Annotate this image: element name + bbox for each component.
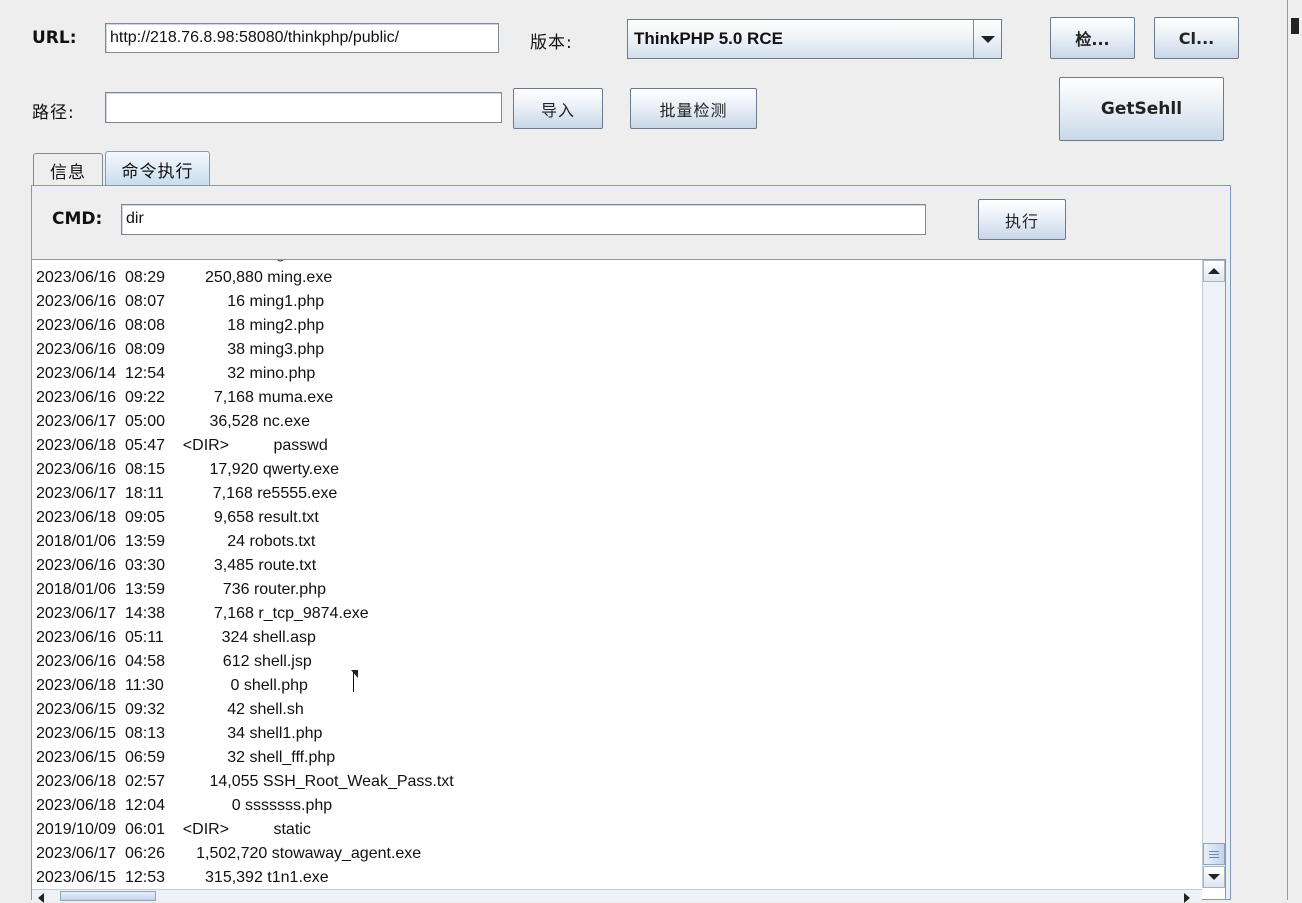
output-line: 2023/06/17 06:26 1,502,720 stowaway_agen…: [36, 845, 422, 862]
scroll-up-button[interactable]: [1203, 260, 1225, 282]
output-line: 2023/06/16 03:30 3,485 route.txt: [36, 557, 317, 574]
output-line: 2023/06/18 12:04 0 sssssss.php: [36, 797, 333, 814]
version-selected-value: ThinkPHP 5.0 RCE: [634, 29, 783, 48]
output-line: 2023/06/16 08:15 17,920 qwerty.exe: [36, 461, 340, 478]
output-line: 2018/01/06 13:59 24 robots.txt: [36, 533, 316, 550]
output-line: 2023/06/15 06:59 32 shell_fff.php: [36, 749, 336, 766]
vertical-scrollbar[interactable]: [1202, 260, 1225, 888]
output-line: 2023/06/15 12:53 315,392 t1n1.exe: [36, 869, 329, 886]
output-line: 2023/06/18 09:05 9,658 result.txt: [36, 509, 319, 526]
clear-button[interactable]: Cl...: [1154, 17, 1239, 59]
url-label: URL:: [32, 28, 77, 48]
getshell-button[interactable]: GetSehll: [1059, 77, 1224, 141]
output-line: 2018/01/06 13:59 736 router.php: [36, 581, 326, 598]
command-output[interactable]: g 2023/06/16 08:29 250,880 ming.exe 2023/…: [31, 259, 1226, 900]
output-line: 2023/06/17 18:11 7,168 re5555.exe: [36, 485, 338, 502]
output-line: 2023/06/16 05:11 324 shell.asp: [36, 629, 316, 646]
output-line: 2023/06/16 09:22 7,168 muma.exe: [36, 389, 334, 406]
tab-info[interactable]: 信息: [33, 153, 103, 186]
version-select[interactable]: ThinkPHP 5.0 RCE: [627, 19, 1002, 59]
output-line: 2023/06/18 05:47 <DIR> passwd: [36, 437, 328, 454]
version-label: 版本:: [530, 33, 573, 53]
scroll-down-button[interactable]: [1203, 866, 1225, 888]
check-button[interactable]: 检...: [1050, 17, 1135, 59]
cmd-input[interactable]: dir: [121, 204, 926, 235]
output-line: 2023/06/16 08:07 16 ming1.php: [36, 293, 325, 310]
output-line: 2019/10/09 06:01 <DIR> static: [36, 821, 311, 838]
output-line: 2023/06/15 08:13 34 shell1.php: [36, 725, 323, 742]
output-line: 2023/06/16 08:08 18 ming2.php: [36, 317, 325, 334]
scroll-thumb[interactable]: [1203, 843, 1225, 865]
window-edge: [1287, 0, 1288, 900]
import-button[interactable]: 导入: [513, 88, 603, 129]
path-label: 路径:: [32, 103, 75, 123]
chevron-down-icon[interactable]: [973, 20, 1001, 58]
hscroll-right-arrow[interactable]: [1184, 893, 1190, 903]
output-line: 2023/06/14 12:54 32 mino.php: [36, 365, 316, 382]
output-line: 2023/06/16 08:29 250,880 ming.exe: [36, 269, 333, 286]
cmd-label: CMD:: [52, 209, 103, 229]
output-line: 2023/06/18 02:57 14,055 SSH_Root_Weak_Pa…: [36, 773, 454, 790]
tab-command-exec[interactable]: 命令执行: [105, 151, 210, 186]
text-cursor: [353, 672, 354, 692]
horizontal-scrollbar[interactable]: [32, 889, 1202, 903]
window-edge-handle: [1291, 18, 1299, 34]
url-input[interactable]: http://218.76.8.98:58080/thinkphp/public…: [105, 23, 499, 53]
path-input[interactable]: [105, 92, 502, 123]
output-line: 2023/06/18 11:30 0 shell.php: [36, 677, 308, 694]
output-line: 2023/06/16 04:58 612 shell.jsp: [36, 653, 312, 670]
output-line: 2023/06/16 08:09 38 ming3.php: [36, 341, 325, 358]
output-line: 2023/06/17 14:38 7,168 r_tcp_9874.exe: [36, 605, 369, 622]
batch-check-button[interactable]: 批量检测: [630, 88, 757, 129]
output-line: 2023/06/15 09:32 42 shell.sh: [36, 701, 304, 718]
hscroll-left-arrow[interactable]: [38, 893, 44, 903]
output-line: 2023/06/17 05:00 36,528 nc.exe: [36, 413, 310, 430]
execute-button[interactable]: 执行: [978, 199, 1066, 240]
output-line-partial: g: [36, 260, 285, 266]
